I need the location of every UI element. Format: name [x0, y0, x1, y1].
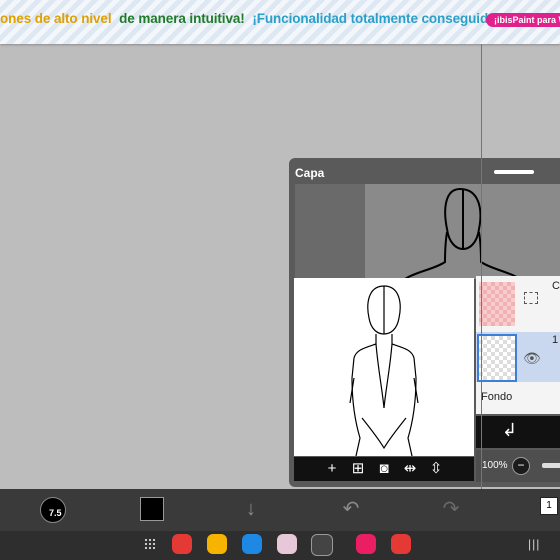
- selection-icon: [524, 292, 538, 304]
- layer-preview-canvas[interactable]: [294, 278, 474, 456]
- flip-horizontal-icon[interactable]: ⇹: [402, 457, 418, 481]
- merge-down-icon[interactable]: ↲: [502, 420, 517, 441]
- reference-sketch: [365, 184, 560, 279]
- layer-row[interactable]: 👁 1: [476, 332, 560, 382]
- layers-button[interactable]: 1: [540, 497, 558, 515]
- redo-icon[interactable]: ↷: [436, 489, 466, 531]
- preview-sketch: [349, 285, 419, 456]
- add-layer-icon[interactable]: +: [324, 457, 340, 481]
- ad-banner[interactable]: ones de alto nivel de manera intuitiva! …: [0, 0, 560, 44]
- opacity-value: 100%: [482, 460, 508, 471]
- recent-apps-icon[interactable]: |||: [528, 537, 540, 551]
- ad-text-segment: de manera intuitiva!: [119, 11, 245, 26]
- ad-text-segment: ones de alto nivel: [0, 11, 112, 26]
- opacity-slider[interactable]: [542, 463, 560, 468]
- app-icon[interactable]: [277, 534, 297, 554]
- opacity-control: 100% −: [476, 450, 560, 482]
- add-layer-copy-icon[interactable]: ⊞: [350, 457, 366, 481]
- panel-title: Capa: [295, 166, 325, 180]
- layer-list: C 👁 1 Fondo: [476, 276, 560, 414]
- canvas-guide-line: [481, 44, 482, 489]
- background-layer-label[interactable]: Fondo: [481, 391, 512, 403]
- ad-text-segment: ¡Funcionalidad totalmente conseguida!: [252, 11, 500, 26]
- app-icon[interactable]: [207, 534, 227, 554]
- eye-icon[interactable]: 👁: [523, 350, 541, 367]
- ad-cta-button[interactable]: ¡ibisPaint para Wi: [486, 13, 560, 27]
- app-icon[interactable]: [172, 534, 192, 554]
- youtube-icon[interactable]: [391, 534, 411, 554]
- layer-thumbnail: [479, 282, 515, 326]
- app-icon[interactable]: [356, 534, 376, 554]
- ad-text: ones de alto nivel de manera intuitiva! …: [0, 11, 504, 26]
- layer-row[interactable]: C: [476, 278, 560, 328]
- opacity-minus-button[interactable]: −: [512, 457, 530, 475]
- layer-label: 1: [552, 334, 559, 346]
- panel-drag-handle[interactable]: [494, 170, 534, 174]
- brush-size-value: 7.5: [49, 508, 62, 518]
- camera-icon[interactable]: ◙: [376, 457, 392, 481]
- color-swatch-button[interactable]: [140, 497, 164, 521]
- layer-panel: Capa + ⊞ ◙ ⇹ ⇳ C 👁 1 Fondo ↲ 100% −: [289, 158, 560, 487]
- down-arrow-icon[interactable]: ↓: [236, 489, 266, 531]
- merge-bar: ↲: [476, 416, 560, 448]
- bottom-toolbar: [0, 489, 560, 531]
- layer-thumbnail: [477, 334, 517, 382]
- undo-icon[interactable]: ↶: [336, 489, 366, 531]
- canvas-reference-area: [295, 184, 560, 279]
- flip-vertical-icon[interactable]: ⇳: [428, 457, 444, 481]
- camera-app-icon[interactable]: [311, 534, 333, 556]
- preview-toolbar: + ⊞ ◙ ⇹ ⇳: [294, 457, 474, 481]
- app-icon[interactable]: [242, 534, 262, 554]
- app-drawer-icon[interactable]: [144, 538, 156, 550]
- layer-label: C: [552, 280, 560, 292]
